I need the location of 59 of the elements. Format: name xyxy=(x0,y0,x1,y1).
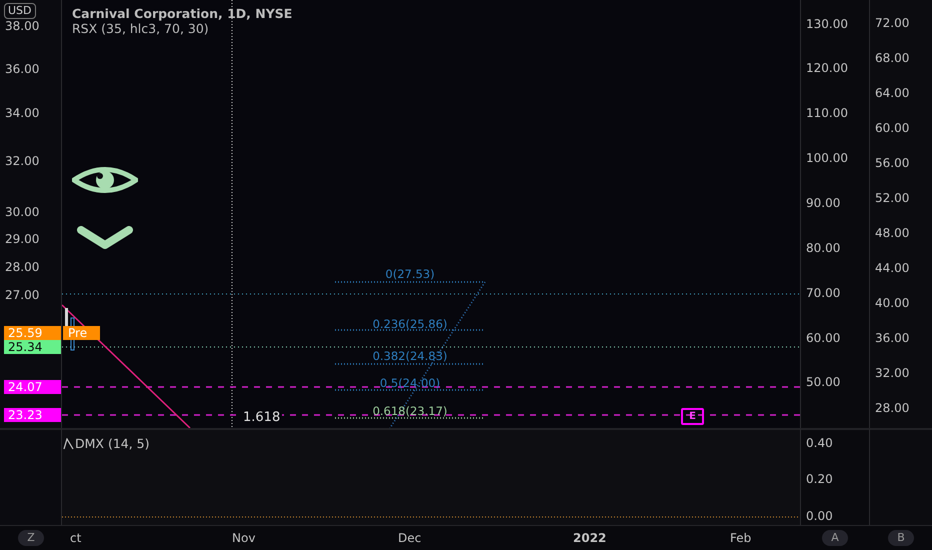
price-tick: 32.00 xyxy=(5,154,40,168)
time-tick: Nov xyxy=(232,531,256,545)
price-tick: 68.00 xyxy=(875,51,910,65)
price-tick: 40.00 xyxy=(875,296,910,310)
price-tick: 110.00 xyxy=(806,106,848,120)
scale-button[interactable]: Z xyxy=(18,530,44,546)
chevron-down-icon[interactable] xyxy=(77,226,133,250)
symbol-title: Carnival Corporation, 1D, NYSE xyxy=(72,6,292,21)
line-icon xyxy=(63,438,75,450)
price-tick: 27.00 xyxy=(5,288,40,302)
price-tick: 30.00 xyxy=(5,205,40,219)
price-tag: 25.59 xyxy=(4,326,61,340)
price-tick: 32.00 xyxy=(875,366,910,380)
price-tag: 24.07 xyxy=(4,380,61,394)
pre-market-tag: Pre xyxy=(63,326,100,340)
fib-level-label: 0.382(24.83) xyxy=(372,349,448,363)
fib-level-label: 0.236(25.86) xyxy=(372,317,448,331)
price-tick: 60.00 xyxy=(875,121,910,135)
earnings-badge[interactable]: E xyxy=(681,408,704,425)
value-tick: 0.40 xyxy=(806,436,833,450)
currency-label[interactable]: USD xyxy=(4,3,36,19)
fib-level-label: 0(27.53) xyxy=(384,267,436,281)
price-tag: 23.23 xyxy=(4,408,61,422)
price-tick: 29.00 xyxy=(5,232,40,246)
value-tick: 0.00 xyxy=(806,509,833,523)
price-tick: 80.00 xyxy=(806,241,840,255)
time-tick: Dec xyxy=(398,531,422,545)
price-tick: 70.00 xyxy=(806,286,840,300)
price-tick: 50.00 xyxy=(806,375,840,389)
price-tick: 56.00 xyxy=(875,156,910,170)
price-tick: 52.00 xyxy=(875,191,910,205)
time-tick: ct xyxy=(70,531,82,545)
indicator-label: RSX (35, hlc3, 70, 30) xyxy=(72,21,209,36)
price-tick: 100.00 xyxy=(806,151,848,165)
price-tick: 60.00 xyxy=(806,331,840,345)
price-tick: 38.00 xyxy=(5,19,40,33)
price-tick: 64.00 xyxy=(875,86,910,100)
time-tick: Feb xyxy=(730,531,752,545)
price-tick: 34.00 xyxy=(5,106,40,120)
trend-line[interactable] xyxy=(62,304,191,428)
price-tick: 36.00 xyxy=(875,331,910,345)
fib-level-label: 0.5(24.00) xyxy=(378,376,442,390)
price-tag: 25.34 xyxy=(4,340,61,354)
fib-level-label: 0.618(23.17) xyxy=(372,404,448,418)
price-tick: 28.00 xyxy=(875,401,910,415)
price-tick: 36.00 xyxy=(5,62,40,76)
indicator-label: DMX (14, 5) xyxy=(75,436,150,451)
price-tick: 28.00 xyxy=(5,260,40,274)
price-tick: 48.00 xyxy=(875,226,910,240)
price-tick: 120.00 xyxy=(806,61,848,75)
price-tick: 130.00 xyxy=(806,17,848,31)
price-tick: 72.00 xyxy=(875,16,910,30)
scale-button[interactable]: B xyxy=(888,530,914,546)
scale-button[interactable]: A xyxy=(822,530,848,546)
value-tick: 0.20 xyxy=(806,472,833,486)
price-tick: 44.00 xyxy=(875,261,910,275)
time-tick: 2022 xyxy=(573,531,606,545)
price-tick: 90.00 xyxy=(806,196,840,210)
eye-icon[interactable] xyxy=(72,165,138,195)
